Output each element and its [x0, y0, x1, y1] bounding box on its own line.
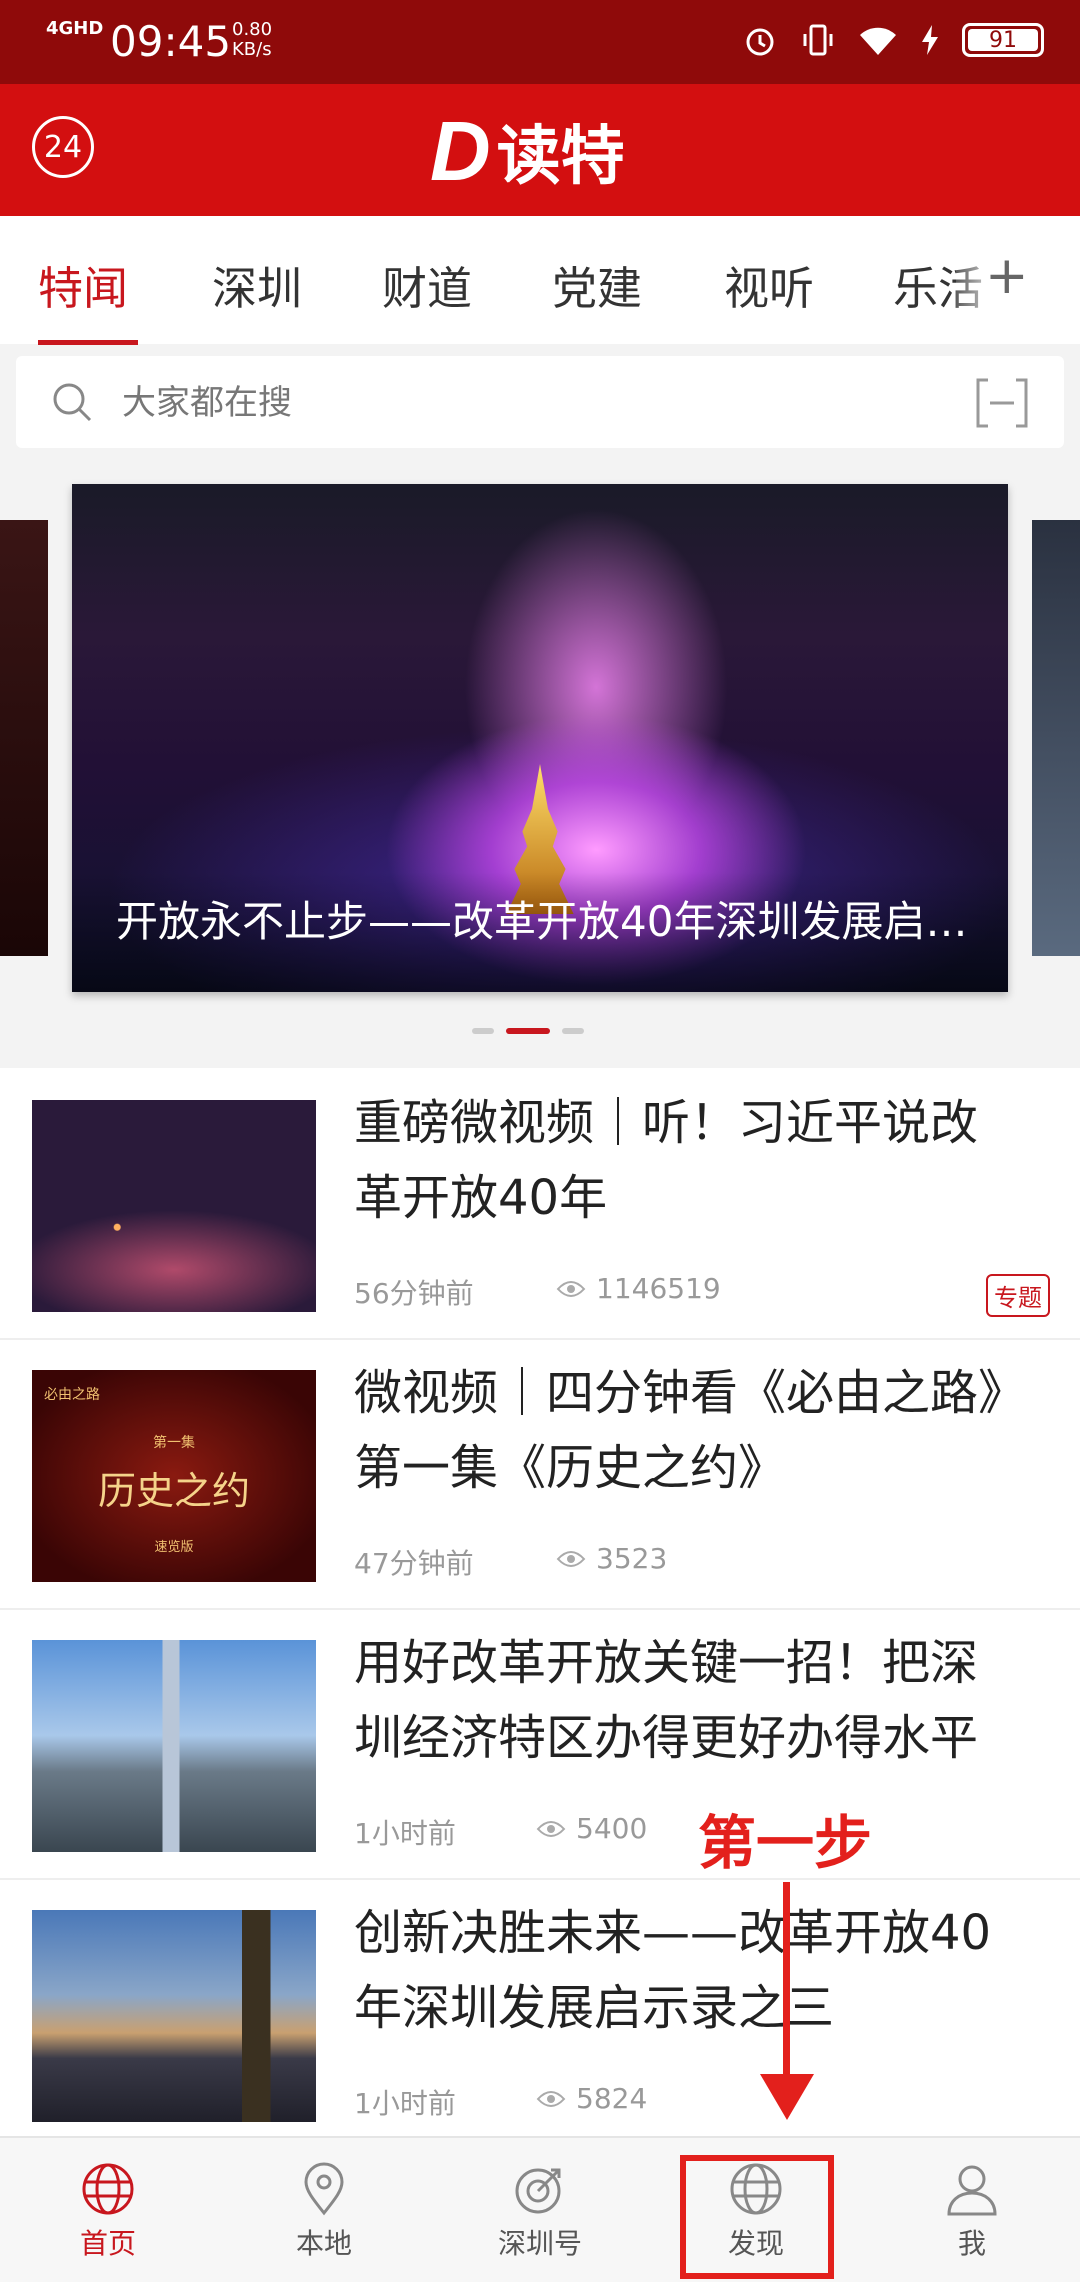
user-icon [947, 2165, 997, 2216]
target-icon [515, 2168, 561, 2214]
news-title: 重磅微视频｜听！习近平说改革开放40年 [354, 1095, 979, 1226]
news-item[interactable]: 用好改革开放关键一招！把深圳经济特区办得更好办得水平更高 1小时前 5400 [0, 1608, 1080, 1880]
search-icon [53, 383, 92, 422]
carousel-dot [562, 1028, 584, 1034]
charging-icon [922, 25, 938, 55]
alarm-icon [746, 28, 774, 56]
active-tab-indicator [38, 340, 138, 345]
vibrate-icon [803, 24, 833, 56]
annotation-arrow-head [760, 2074, 814, 2120]
news-views: 5824 [536, 2082, 647, 2115]
news-item[interactable]: 重磅微视频｜听！习近平说改革开放40年 56分钟前 1146519 专题 [0, 1068, 1080, 1340]
news-title: 创新决胜未来——改革开放40年深圳发展启示录之三 [354, 1905, 992, 2036]
tab-item[interactable]: 财道 [382, 252, 472, 317]
news-time: 56分钟前 [354, 1277, 474, 1310]
globe-icon [82, 2163, 134, 2215]
status-time: 09:45 [110, 17, 232, 66]
nav-shenzhen-account[interactable]: 深圳号 [470, 2162, 610, 2262]
news-thumbnail [32, 1100, 316, 1312]
eye-icon [536, 2090, 566, 2107]
news-time: 1小时前 [354, 1817, 456, 1850]
network-indicator: 4GHD [46, 18, 104, 39]
carousel-dot-active [506, 1028, 550, 1034]
tab-item[interactable]: 党建 [552, 252, 642, 317]
news-item[interactable]: 必由之路 第一集 历史之约 速览版 微视频｜四分钟看《必由之路》第一集《历史之约… [0, 1338, 1080, 1610]
carousel-dots [472, 1028, 584, 1034]
channel-tabs: 特闻 深圳 财道 党建 视听 乐活 + [0, 216, 1080, 345]
annotation-label: 第一步 [698, 1809, 873, 1877]
network-speed: 0.80 KB/s [232, 19, 273, 60]
24-hours-button[interactable]: 24 [32, 116, 94, 178]
add-channel-button[interactable]: + [985, 246, 1029, 306]
app-header: 24 D 读特 [0, 84, 1080, 216]
nav-me[interactable]: 我 [902, 2162, 1042, 2262]
news-title: 微视频｜四分钟看《必由之路》第一集《历史之约》 [354, 1365, 1003, 1496]
news-views: 5400 [536, 1812, 647, 1845]
status-bar: 4GHD 09:45 0.80 KB/s 91 [0, 0, 1080, 84]
topic-tag: 专题 [986, 1274, 1050, 1317]
banner-title: 开放永不止步——改革开放40年深圳发展启示录 [116, 897, 976, 946]
nav-home[interactable]: 首页 [38, 2162, 178, 2262]
annotation-arrow [783, 1882, 790, 2080]
nav-local[interactable]: 本地 [254, 2162, 394, 2262]
location-pin-icon [304, 2162, 344, 2216]
eye-icon [556, 1280, 586, 1297]
news-item[interactable]: 创新决胜未来——改革开放40年深圳发展启示录之三 1小时前 5824 [0, 1878, 1080, 2148]
search-bar[interactable] [16, 356, 1064, 448]
annotation-highlight-box [680, 2155, 834, 2279]
carousel-dot [472, 1028, 494, 1034]
news-thumbnail [32, 1910, 316, 2122]
news-title: 用好改革开放关键一招！把深圳经济特区办得更好办得水平更高 [354, 1635, 979, 1766]
eye-icon [536, 1820, 566, 1837]
eye-icon [556, 1550, 586, 1567]
news-thumbnail: 必由之路 第一集 历史之约 速览版 [32, 1370, 316, 1582]
news-list: 重磅微视频｜听！习近平说改革开放40年 56分钟前 1146519 专题 必由之… [0, 1068, 1080, 2136]
banner-carousel[interactable]: 开放永不止步——改革开放40年深圳发展启示录 [72, 484, 1008, 992]
banner-prev-peek[interactable] [0, 520, 48, 956]
news-thumbnail [32, 1640, 316, 1852]
banner-next-peek[interactable] [1032, 520, 1080, 956]
tab-item[interactable]: 特闻 [38, 252, 128, 317]
tab-item[interactable]: 视听 [724, 252, 814, 317]
news-views: 3523 [556, 1542, 667, 1575]
scan-icon[interactable] [976, 378, 1028, 428]
news-time: 1小时前 [354, 2087, 456, 2120]
wifi-icon [860, 27, 896, 55]
app-logo: D 读特 [430, 104, 625, 198]
status-icons: 91 [742, 22, 1044, 58]
news-views: 1146519 [556, 1272, 721, 1305]
bottom-navigation: 首页 本地 深圳号 发现 我 [0, 2136, 1080, 2282]
tab-item[interactable]: 深圳 [212, 252, 302, 317]
news-time: 47分钟前 [354, 1547, 474, 1580]
search-input[interactable] [120, 374, 924, 432]
battery-indicator: 91 [962, 23, 1044, 57]
